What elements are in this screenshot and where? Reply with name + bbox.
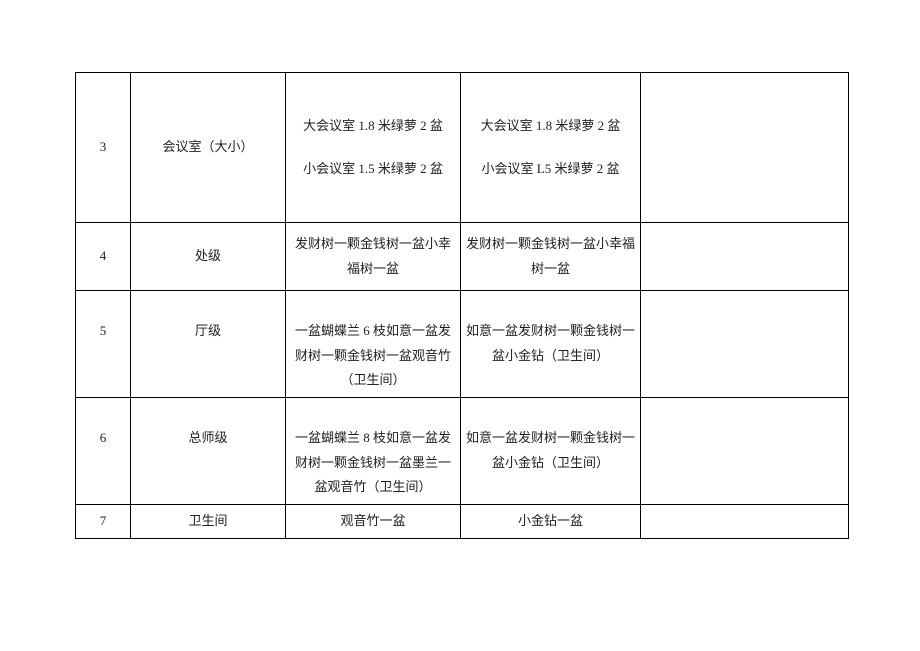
- row-col3: 一盆蝴蝶兰 6 枝如意一盆发财树一颗金钱树一盆观音竹（卫生间）: [286, 291, 461, 398]
- row-name: 会议室（大小）: [131, 73, 286, 223]
- row-col3: 观音竹一盆: [286, 505, 461, 539]
- plant-allocation-table: 3 会议室（大小） 大会议室 1.8 米绿萝 2 盆 小会议室 1.5 米绿萝 …: [75, 72, 849, 539]
- row-number: 4: [76, 223, 131, 291]
- cell-line: 小会议室 L5 米绿萝 2 盆: [481, 157, 621, 182]
- row-col5: [641, 398, 849, 505]
- table-row: 6 总师级 一盆蝴蝶兰 8 枝如意一盆发财树一颗金钱树一盆墨兰一盆观音竹（卫生间…: [76, 398, 849, 505]
- row-col3: 一盆蝴蝶兰 8 枝如意一盆发财树一颗金钱树一盆墨兰一盆观音竹（卫生间）: [286, 398, 461, 505]
- cell-line: 小会议室 1.5 米绿萝 2 盆: [303, 157, 443, 182]
- table-row: 4 处级 发财树一颗金钱树一盆小幸福树一盆 发财树一颗金钱树一盆小幸福树一盆: [76, 223, 849, 291]
- row-name: 总师级: [131, 398, 286, 505]
- table-row: 5 厅级 一盆蝴蝶兰 6 枝如意一盆发财树一颗金钱树一盆观音竹（卫生间） 如意一…: [76, 291, 849, 398]
- row-col4: 大会议室 1.8 米绿萝 2 盆 小会议室 L5 米绿萝 2 盆: [461, 73, 641, 223]
- row-number: 7: [76, 505, 131, 539]
- row-name: 卫生间: [131, 505, 286, 539]
- row-col3: 发财树一颗金钱树一盆小幸福树一盆: [286, 223, 461, 291]
- cell-line: 大会议室 1.8 米绿萝 2 盆: [303, 118, 443, 133]
- table-row: 7 卫生间 观音竹一盆 小金钻一盆: [76, 505, 849, 539]
- row-col4: 小金钻一盆: [461, 505, 641, 539]
- row-col4: 如意一盆发财树一颗金钱树一盆小金钻（卫生间）: [461, 291, 641, 398]
- row-name: 厅级: [131, 291, 286, 398]
- row-col5: [641, 73, 849, 223]
- cell-line: 大会议室 1.8 米绿萝 2 盆: [481, 118, 621, 133]
- row-col5: [641, 223, 849, 291]
- row-col4: 如意一盆发财树一颗金钱树一盆小金钻（卫生间）: [461, 398, 641, 505]
- row-col5: [641, 505, 849, 539]
- row-col4: 发财树一颗金钱树一盆小幸福树一盆: [461, 223, 641, 291]
- row-number: 5: [76, 291, 131, 398]
- row-col5: [641, 291, 849, 398]
- table-row: 3 会议室（大小） 大会议室 1.8 米绿萝 2 盆 小会议室 1.5 米绿萝 …: [76, 73, 849, 223]
- row-number: 6: [76, 398, 131, 505]
- row-name: 处级: [131, 223, 286, 291]
- row-col3: 大会议室 1.8 米绿萝 2 盆 小会议室 1.5 米绿萝 2 盆: [286, 73, 461, 223]
- row-number: 3: [76, 73, 131, 223]
